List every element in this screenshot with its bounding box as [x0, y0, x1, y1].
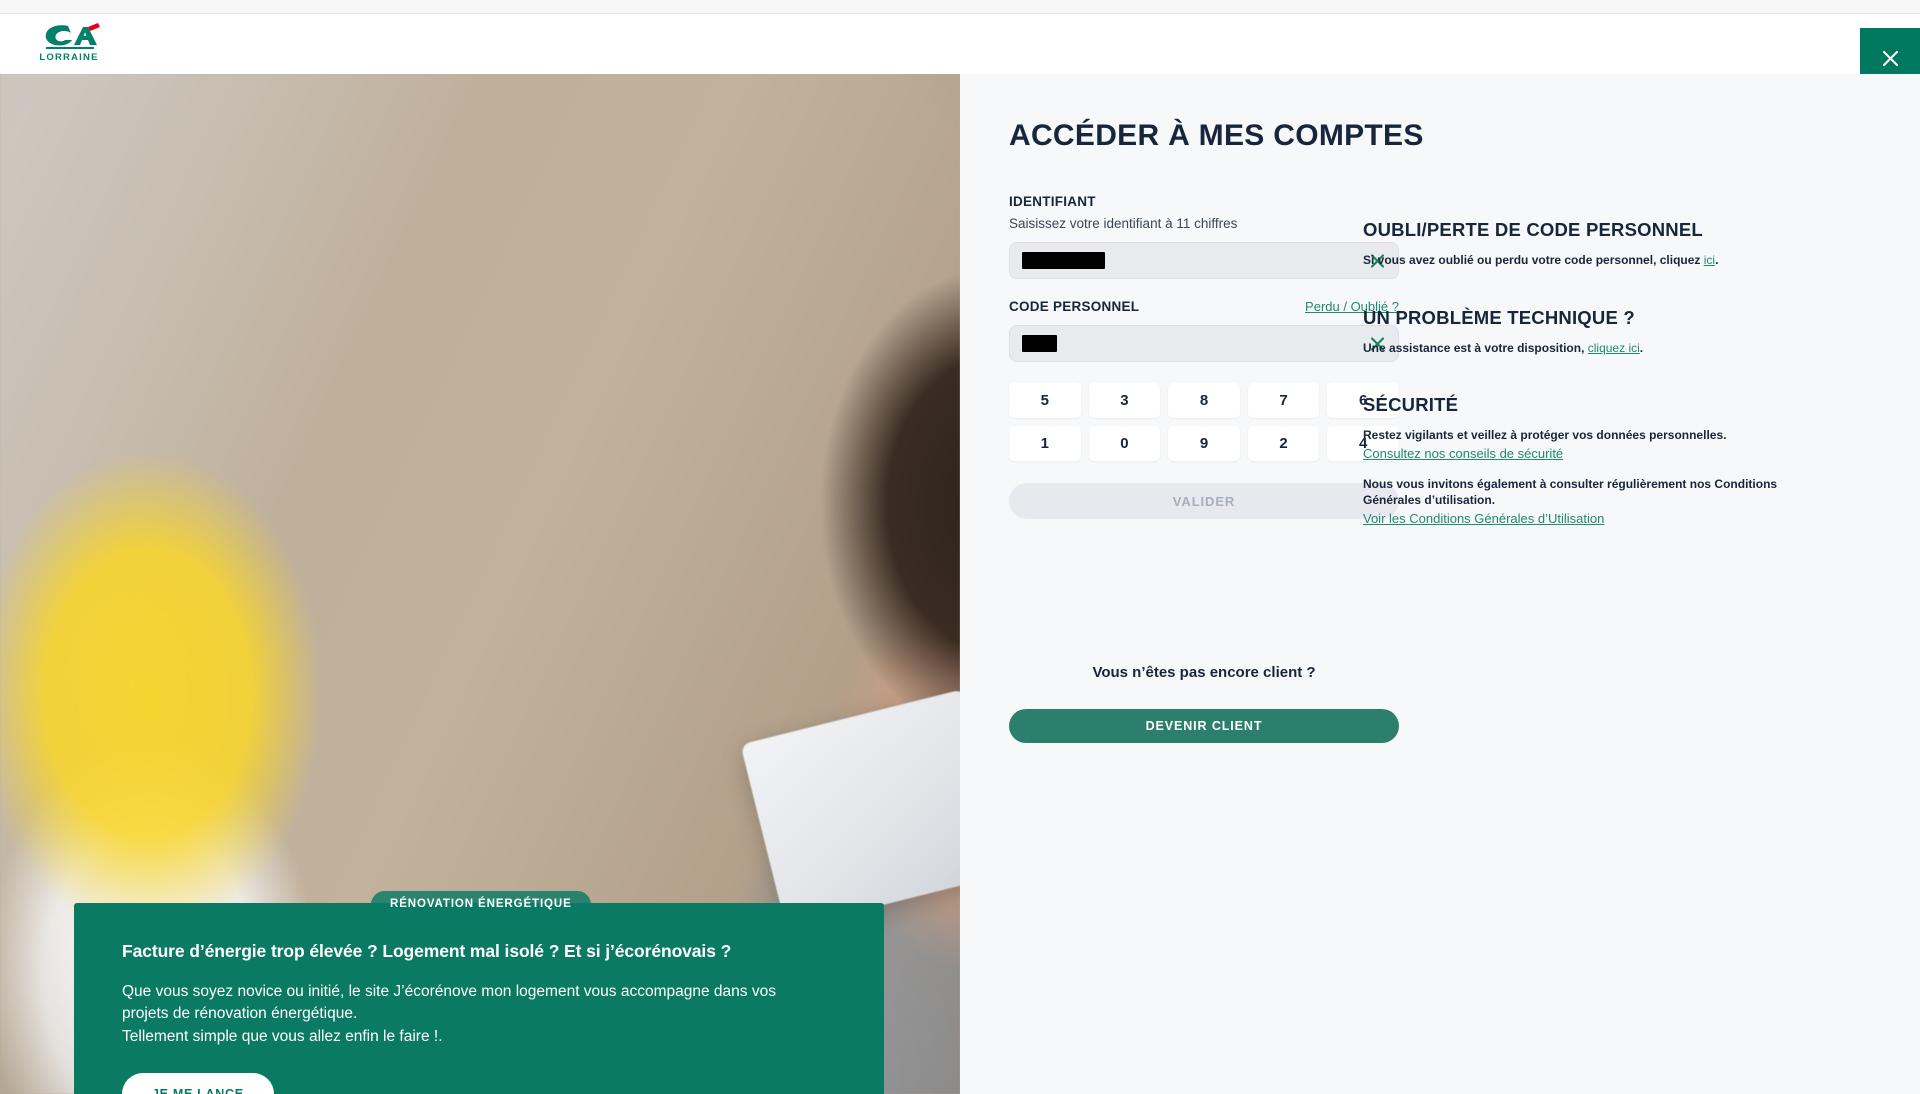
validate-button[interactable]: VALIDER	[1009, 483, 1399, 519]
keypad-key[interactable]: 9	[1168, 426, 1240, 461]
login-form: IDENTIFIANT Saisissez votre identifiant …	[1009, 194, 1399, 519]
ca-monogram-icon	[45, 23, 100, 49]
forgot-section-title: OUBLI/PERTE DE CODE PERSONNEL	[1363, 219, 1703, 240]
identifier-label: IDENTIFIANT	[1009, 194, 1096, 209]
login-panel: ACCÉDER À MES COMPTES IDENTIFIANT Saisis…	[960, 74, 1920, 1094]
promo-body-line1: Que vous soyez novice ou initié, le site…	[122, 983, 776, 1023]
identifier-input[interactable]	[1009, 242, 1399, 279]
technical-here-link[interactable]: cliquez ici	[1588, 341, 1640, 355]
keypad-key[interactable]: 0	[1088, 426, 1161, 461]
forgot-section-text: Si vous avez oublié ou perdu votre code …	[1363, 252, 1793, 269]
terms-link[interactable]: Voir les Conditions Générales d’Utilisat…	[1363, 511, 1604, 526]
page-title: ACCÉDER À MES COMPTES	[1009, 119, 1424, 152]
code-input[interactable]	[1009, 325, 1399, 362]
signup-section: Vous n’êtes pas encore client ? DEVENIR …	[1009, 664, 1399, 743]
forgot-text-after: .	[1715, 253, 1719, 267]
security-line-1: Restez vigilants et veillez à protéger v…	[1363, 428, 1727, 443]
keypad-key[interactable]: 7	[1247, 383, 1320, 418]
technical-text-before: Une assistance est à votre disposition,	[1363, 340, 1588, 355]
signup-question: Vous n’êtes pas encore client ?	[1092, 664, 1316, 681]
close-icon	[1882, 50, 1898, 66]
help-block-forgot: OUBLI/PERTE DE CODE PERSONNEL Si vous av…	[1363, 219, 1793, 269]
promo-category-tag: RÉNOVATION ÉNERGÉTIQUE	[371, 891, 591, 918]
help-block-technical: UN PROBLÈME TECHNIQUE ? Une assistance e…	[1363, 307, 1793, 357]
keypad-key[interactable]: 8	[1168, 383, 1240, 418]
become-client-button[interactable]: DEVENIR CLIENT	[1009, 709, 1399, 743]
forgot-text-before: Si vous avez oublié ou perdu votre code …	[1363, 253, 1704, 267]
logo-region-label: LORRAINE	[39, 52, 99, 63]
help-block-security: SÉCURITÉ Restez vigilants et veillez à p…	[1363, 394, 1793, 528]
keypad-key[interactable]: 5	[1009, 383, 1081, 418]
promo-cta-button[interactable]: JE ME LANCE	[122, 1073, 274, 1094]
code-label: CODE PERSONNEL	[1009, 299, 1140, 314]
login-page: LORRAINE RÉNOVATION ÉNERGÉTIQUE Facture …	[0, 0, 1920, 1094]
help-column: OUBLI/PERTE DE CODE PERSONNEL Si vous av…	[1363, 219, 1793, 566]
top-strip	[0, 0, 1920, 14]
security-section-title: SÉCURITÉ	[1363, 394, 1459, 416]
promo-body-line2: Tellement simple que vous allez enfin le…	[122, 1027, 443, 1045]
promo-banner: Facture d’énergie trop élevée ? Logement…	[74, 903, 884, 1094]
help-spacer	[1363, 463, 1793, 476]
security-line-2: Nous vous invitons également à consulter…	[1363, 476, 1778, 508]
identifier-redacted-value	[1022, 252, 1105, 269]
hero-photo-panel: RÉNOVATION ÉNERGÉTIQUE Facture d’énergie…	[0, 74, 960, 1094]
promo-title: Facture d’énergie trop élevée ? Logement…	[122, 941, 732, 961]
forgot-here-link[interactable]: ici	[1704, 253, 1715, 267]
identifier-hint: Saisissez votre identifiant à 11 chiffre…	[1009, 216, 1238, 231]
security-advice-link[interactable]: Consultez nos conseils de sécurité	[1363, 446, 1563, 461]
technical-text-after: .	[1639, 340, 1644, 355]
technical-section-title: UN PROBLÈME TECHNIQUE ?	[1363, 306, 1635, 328]
keypad-key[interactable]: 1	[1009, 426, 1081, 461]
keypad-key[interactable]: 3	[1088, 383, 1161, 418]
virtual-keypad: 5 3 8 7 6 1 0 9 2 4	[1009, 383, 1399, 461]
credit-agricole-logo[interactable]: LORRAINE	[33, 19, 105, 67]
technical-section-text: Une assistance est à votre disposition, …	[1363, 340, 1793, 357]
promo-body: Que vous soyez novice ou initié, le site…	[122, 981, 822, 1048]
site-header: LORRAINE	[0, 14, 1920, 88]
keypad-key[interactable]: 2	[1247, 426, 1320, 461]
code-redacted-value	[1022, 335, 1057, 352]
